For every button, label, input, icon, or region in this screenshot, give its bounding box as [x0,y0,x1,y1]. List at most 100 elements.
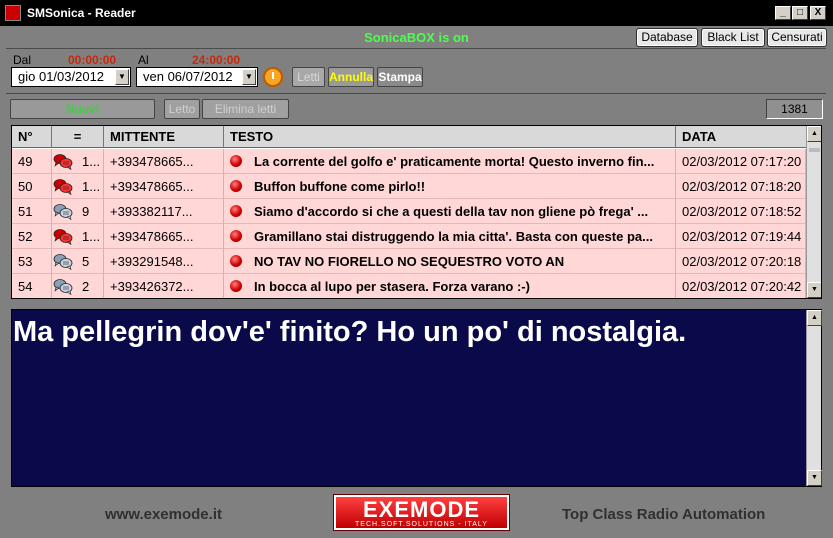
table-row[interactable]: 49 1... +393478665... La corrente del golfo… [12,149,806,174]
sms-thread-red-icon [53,178,73,196]
app-icon [5,5,21,21]
row-sender: +393478665... [104,224,224,249]
row-count-cell: 1... [52,149,104,174]
row-date: 02/03/2012 07:17:20 [676,149,806,174]
scroll-up-arrow[interactable]: ▲ [807,310,822,326]
unread-status-icon [230,230,242,242]
message-scrollbar[interactable]: ▲ ▼ [806,310,822,486]
letto-button[interactable]: Letto [164,99,200,119]
chevron-down-icon[interactable]: ▼ [115,69,129,85]
row-date-value: 02/03/2012 07:20:18 [682,254,802,269]
annulla-button[interactable]: Annulla [328,67,374,87]
divider [6,48,826,49]
table-row[interactable]: 50 1... +393478665... Buffon buffone come p… [12,174,806,199]
sms-thread-grey-icon [53,278,73,296]
window-title: SMSonica - Reader [27,6,136,20]
row-sender: +393382117... [104,199,224,224]
message-display: Ma pellegrin dov'e' finito? Ho un po' di… [11,309,822,487]
row-text: NO TAV NO FIORELLO NO SEQUESTRO VOTO AN [224,249,676,274]
al-label: Al [138,53,149,67]
row-text: Buffon buffone come pirlo!! [224,174,676,199]
row-date-value: 02/03/2012 07:18:52 [682,204,802,219]
al-time[interactable]: 24:00:00 [192,53,240,67]
elimina-letti-button[interactable]: Elimina letti [202,99,289,119]
col-sender-header[interactable]: MITTENTE [104,126,224,148]
minimize-button[interactable]: _ [775,6,791,20]
row-date: 02/03/2012 07:20:42 [676,274,806,298]
censurati-button[interactable]: Censurati [767,28,827,47]
row-number-value: 50 [18,179,33,194]
unread-status-icon [230,280,242,292]
row-sender: +393478665... [104,149,224,174]
row-date: 02/03/2012 07:18:20 [676,174,806,199]
sms-thread-red-icon [53,153,73,171]
row-text-value: In bocca al lupo per stasera. Forza vara… [254,279,530,294]
table-row[interactable]: 54 2 +393426372... In bocca al lupo per sta… [12,274,806,298]
logo-text: EXEMODE [362,497,481,522]
nuovi-button[interactable]: Nuovi [10,99,155,119]
row-count-value: 5 [82,254,90,269]
unread-status-icon [230,155,242,167]
row-count-value: 1... [82,179,101,194]
col-date-header[interactable]: DATA [676,126,806,148]
row-count-value: 1... [82,229,101,244]
row-sender: +393291548... [104,249,224,274]
unread-status-icon [230,255,242,267]
row-number-value: 53 [18,254,33,269]
table-row[interactable]: 53 5 +393291548... NO TAV NO FIORELLO NO SE… [12,249,806,274]
row-number: 53 [12,249,52,274]
sms-thread-red-icon [53,228,73,246]
table-row[interactable]: 52 1... +393478665... Gramillano stai distr… [12,224,806,249]
title-bar: SMSonica - Reader _ □ X [0,0,833,26]
row-date: 02/03/2012 07:20:18 [676,249,806,274]
row-text-value: Buffon buffone come pirlo!! [254,179,426,194]
row-date-value: 02/03/2012 07:18:20 [682,179,802,194]
table-row[interactable]: 51 9 +393382117... Siamo d'accordo si che a… [12,199,806,224]
table-scrollbar[interactable]: ▲ ▼ [806,126,821,298]
scroll-down-arrow[interactable]: ▼ [807,470,822,486]
col-count-header[interactable]: = [52,126,104,148]
row-count-cell: 1... [52,174,104,199]
row-number: 54 [12,274,52,298]
row-date: 02/03/2012 07:19:44 [676,224,806,249]
logo-subtitle: TECH.SOFT.SOLUTIONS - ITALY [355,521,488,528]
row-number-value: 54 [18,279,33,294]
close-button[interactable]: X [810,6,826,20]
message-table: N° = MITTENTE TESTO DATA 49 1... +39347866… [11,125,822,299]
col-text-header[interactable]: TESTO [224,126,676,148]
maximize-button[interactable]: □ [792,6,808,20]
col-number-header[interactable]: N° [12,126,52,148]
database-button[interactable]: Database [636,28,698,47]
website-link[interactable]: www.exemode.it [105,506,222,523]
row-date-value: 02/03/2012 07:17:20 [682,154,802,169]
row-count-cell: 5 [52,249,104,274]
al-date-select[interactable]: ven 06/07/2012 ▼ [136,67,258,87]
exemode-logo: EXEMODE TECH.SOFT.SOLUTIONS - ITALY [333,494,510,531]
row-sender: +393478665... [104,174,224,199]
scroll-thumb[interactable] [809,148,820,152]
dal-time[interactable]: 00:00:00 [68,53,116,67]
row-count-value: 9 [82,204,90,219]
row-count-cell: 1... [52,224,104,249]
row-number: 52 [12,224,52,249]
clock-icon[interactable] [263,67,283,87]
row-text-value: NO TAV NO FIORELLO NO SEQUESTRO VOTO AN [254,254,565,269]
row-text-value: Gramillano stai distruggendo la mia citt… [254,229,653,244]
letti-button[interactable]: Letti [292,67,325,87]
row-sender: +393426372... [104,274,224,298]
row-number: 50 [12,174,52,199]
stampa-button[interactable]: Stampa [377,67,423,87]
blacklist-button[interactable]: Black List [701,28,765,47]
row-text-value: La corrente del golfo e' praticamente mo… [254,154,655,169]
sms-thread-grey-icon [53,253,73,271]
row-count-value: 2 [82,279,90,294]
slogan: Top Class Radio Automation [562,506,766,523]
divider [6,93,826,94]
row-sender-value: +393478665... [110,229,194,244]
row-text-value: Siamo d'accordo si che a questi della ta… [254,204,649,219]
row-number-value: 49 [18,154,33,169]
scroll-up-arrow[interactable]: ▲ [807,126,821,142]
chevron-down-icon[interactable]: ▼ [242,69,256,85]
dal-date-select[interactable]: gio 01/03/2012 ▼ [11,67,131,87]
scroll-down-arrow[interactable]: ▼ [807,282,821,298]
